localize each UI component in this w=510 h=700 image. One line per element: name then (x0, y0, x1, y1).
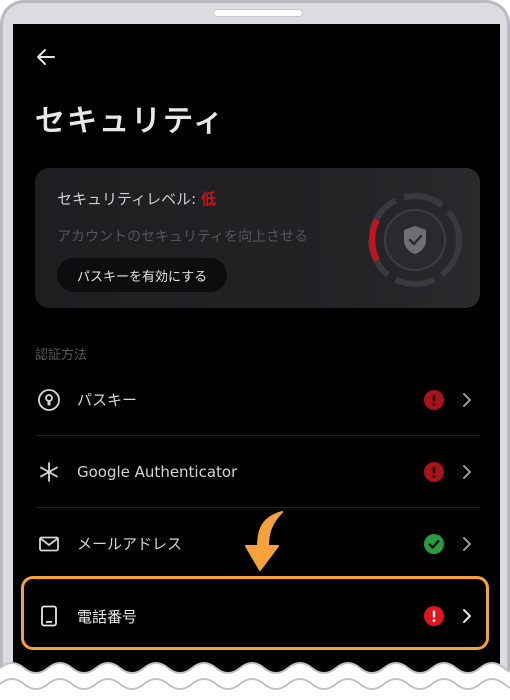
passkey-icon (35, 386, 63, 414)
device-speaker (213, 9, 303, 17)
device-frame: セキュリティ セキュリティレベル: 低 アカウントのセキュリティを向上させる パ… (0, 0, 510, 700)
auth-row-label: Google Authenticator (77, 462, 238, 481)
auth-row-label: 電話番号 (77, 607, 138, 626)
pointer-arrow-icon (245, 511, 283, 571)
mail-icon (35, 530, 63, 558)
security-level-description: アカウントのセキュリティを向上させる (57, 229, 309, 245)
chevron-right-icon (463, 609, 471, 623)
auth-row-passkey[interactable]: パスキー (35, 364, 480, 436)
chevron-right-icon (463, 536, 471, 551)
warning-icon (424, 389, 444, 410)
auth-row-google-authenticator[interactable]: Google Authenticator (35, 436, 480, 508)
security-screen: セキュリティ セキュリティレベル: 低 アカウントのセキュリティを向上させる パ… (13, 24, 500, 700)
warning-icon (424, 606, 444, 626)
chevron-right-icon (463, 392, 471, 407)
auth-row-phone[interactable]: 電話番号 (35, 580, 480, 652)
warning-icon (424, 461, 444, 482)
shield-gauge-icon (368, 193, 462, 287)
auth-row-label: パスキー (77, 391, 138, 409)
security-level-card: セキュリティレベル: 低 アカウントのセキュリティを向上させる パスキーを有効に… (35, 168, 480, 308)
security-level-label-text: セキュリティレベル: (57, 190, 201, 208)
chevron-right-icon (463, 464, 471, 479)
enable-passkey-button[interactable]: パスキーを有効にする (57, 258, 228, 292)
check-circle-icon (424, 533, 444, 554)
page-title: セキュリティ (35, 104, 226, 139)
security-level-label: セキュリティレベル: 低 (57, 188, 216, 209)
phone-icon (35, 602, 63, 630)
torn-edge (0, 662, 510, 700)
security-level-value: 低 (200, 190, 216, 208)
back-arrow-icon[interactable] (33, 44, 59, 70)
authenticator-asterisk-icon (35, 458, 63, 486)
auth-methods-label: 認証方法 (35, 348, 88, 363)
